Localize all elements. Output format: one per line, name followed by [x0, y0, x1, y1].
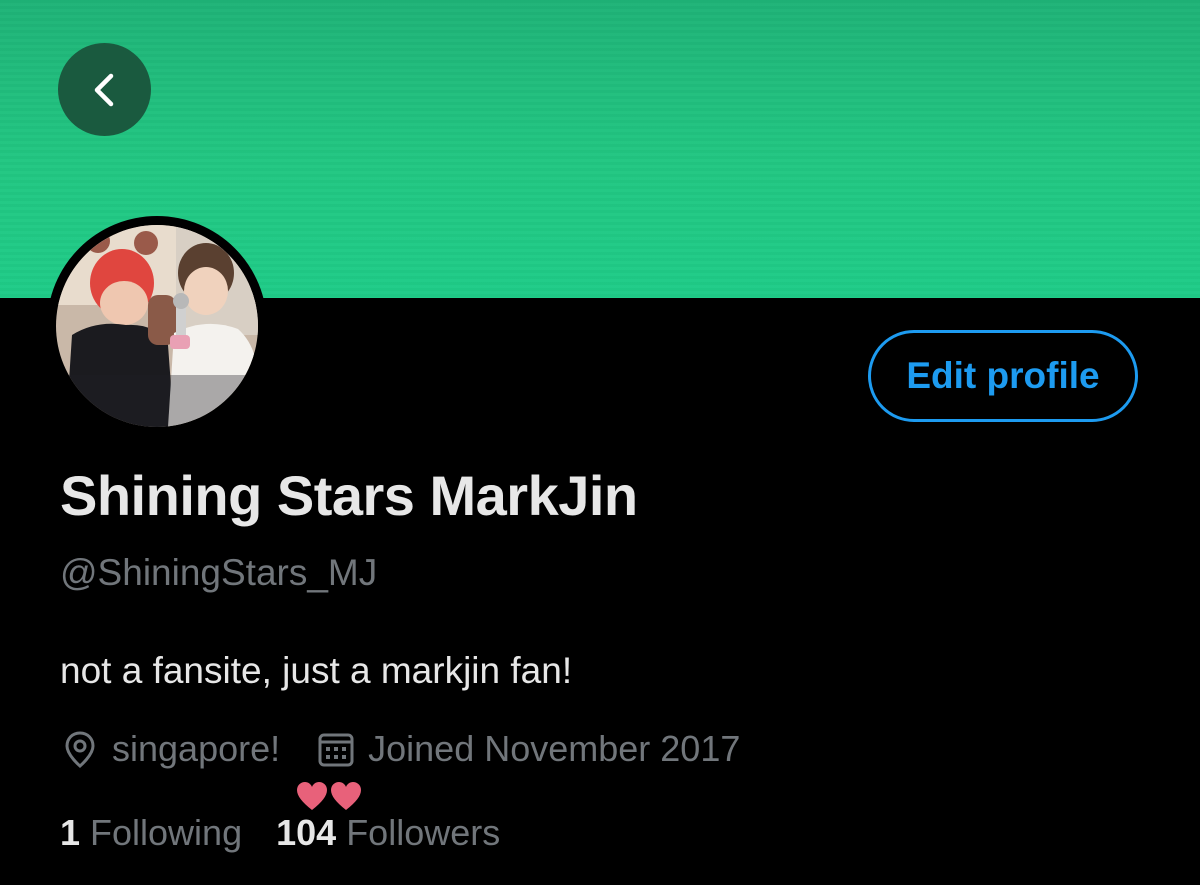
avatar-frame: [47, 216, 267, 436]
profile-bio: not a fansite, just a markjin fan!: [60, 650, 573, 691]
back-button[interactable]: [58, 43, 151, 136]
followers-count: 104: [276, 812, 337, 853]
join-date: Joined November 2017: [316, 728, 740, 770]
chevron-left-icon: [94, 73, 113, 106]
edit-profile-label: Edit profile: [906, 355, 1100, 396]
location-text: singapore!: [112, 728, 281, 769]
following-label: Following: [90, 812, 243, 853]
profile-stats: 1 Following 104 Followers: [60, 810, 500, 856]
location: singapore!: [60, 728, 280, 770]
hearts-sticker: [297, 782, 361, 810]
followers-link[interactable]: 104 Followers: [276, 812, 500, 854]
avatar[interactable]: [56, 225, 258, 427]
followers-label: Followers: [346, 812, 501, 853]
avatar-photo: [56, 225, 258, 427]
join-date-text: Joined November 2017: [368, 728, 741, 769]
user-handle: @ShiningStars_MJ: [60, 552, 378, 593]
following-count: 1: [60, 812, 81, 853]
following-link[interactable]: 1 Following: [60, 812, 242, 854]
location-pin-icon: [65, 731, 95, 768]
display-name: Shining Stars MarkJin: [60, 464, 638, 527]
calendar-icon: [318, 733, 354, 767]
profile-meta: singapore! Joined November 2017: [60, 724, 740, 774]
edit-profile-button[interactable]: Edit profile: [868, 330, 1138, 422]
profile-page: Edit profile Shining Stars MarkJin @Shin…: [0, 0, 1200, 885]
